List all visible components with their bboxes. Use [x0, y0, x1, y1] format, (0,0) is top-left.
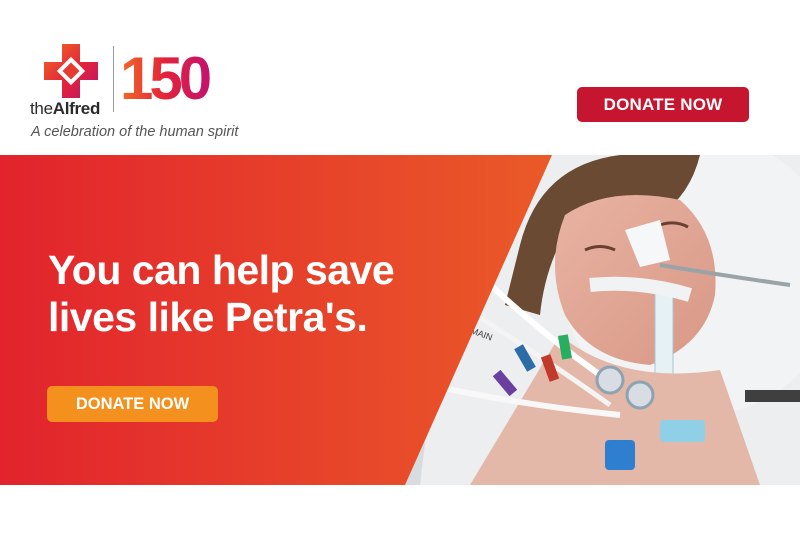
header: theAlfred 150 A celebration of the human… — [0, 0, 800, 155]
hero-headline: You can help save lives like Petra's. — [48, 247, 448, 341]
logo-divider — [113, 46, 114, 112]
headline-line-1: You can help save — [48, 247, 395, 293]
anniversary-150-text: 150 — [120, 45, 210, 110]
tagline: A celebration of the human spirit — [31, 124, 239, 140]
donate-now-button-hero[interactable]: DONATE NOW — [47, 386, 218, 422]
hero-banner: MAIN You can help save lives like Petra'… — [0, 155, 800, 485]
headline-line-2: lives like Petra's. — [48, 294, 368, 340]
donate-now-button-header[interactable]: DONATE NOW — [577, 87, 749, 122]
anniversary-150-logo: 150 — [120, 45, 214, 110]
alfred-wordmark: theAlfred — [30, 99, 101, 118]
alfred-cross-logo-icon — [44, 44, 98, 98]
